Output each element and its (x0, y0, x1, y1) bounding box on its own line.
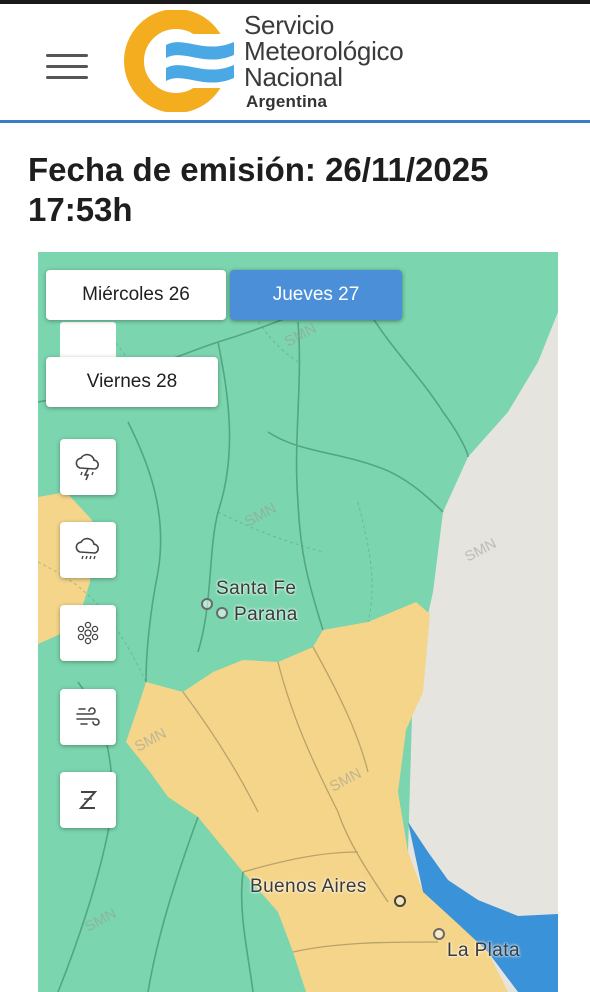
city-marker-parana (216, 607, 228, 619)
emission-date-title: Fecha de emisión: 26/11/2025 17:53h (28, 151, 489, 228)
header-divider (0, 120, 590, 123)
city-label-parana: Parana (234, 604, 298, 625)
hamburger-menu-button[interactable] (42, 48, 92, 84)
wind-icon (76, 707, 100, 726)
layer-snow-button[interactable] (60, 605, 116, 661)
thunderstorm-icon (75, 453, 99, 481)
city-marker-buenos-aires (394, 895, 406, 907)
brand-line-servicio: Servicio (244, 10, 335, 40)
smn-logo-icon[interactable] (122, 10, 240, 112)
city-marker-la-plata (433, 928, 445, 940)
snow-icon (77, 621, 99, 645)
svg-text:SMN: SMN (282, 320, 319, 351)
layer-wind-button[interactable] (60, 689, 116, 745)
alert-map[interactable]: SMN SMN SMN SMN SMN SMN Miércoles 26 Jue… (38, 252, 558, 992)
city-label-buenos-aires: Buenos Aires (250, 876, 367, 897)
brand-line-meteorologico: Meteorológico (244, 36, 404, 66)
city-marker-santa-fe (201, 598, 213, 610)
brand-country: Argentina (246, 92, 328, 111)
day-button-jueves[interactable]: Jueves 27 (230, 270, 402, 320)
menu-bar (46, 76, 88, 79)
day-button-viernes[interactable]: Viernes 28 (46, 357, 218, 407)
hidden-control-stub (60, 322, 116, 360)
layer-sleep-button[interactable] (60, 772, 116, 828)
day-button-miercoles[interactable]: Miércoles 26 (46, 270, 226, 320)
layer-rain-button[interactable] (60, 522, 116, 578)
brand-line-nacional: Nacional (244, 62, 343, 92)
menu-bar (46, 65, 88, 68)
svg-text:SMN: SMN (242, 500, 279, 531)
site-header: Servicio Meteorológico Nacional Argentin… (0, 4, 590, 120)
city-label-la-plata: La Plata (447, 940, 520, 961)
brand-name[interactable]: Servicio Meteorológico Nacional Argentin… (244, 10, 404, 112)
layer-thunderstorm-button[interactable] (60, 439, 116, 495)
rain-icon (75, 537, 99, 560)
city-label-santa-fe: Santa Fe (216, 578, 297, 599)
sleep-icon (78, 791, 98, 809)
menu-bar (46, 54, 88, 57)
